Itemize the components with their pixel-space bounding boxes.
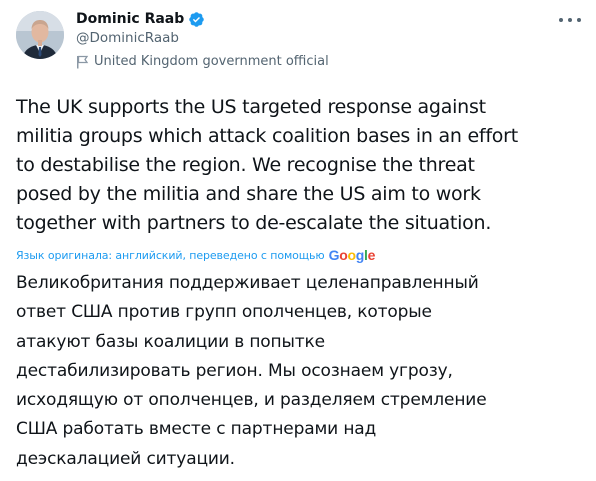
- verified-badge-icon: [188, 11, 205, 28]
- google-logo-letter: G: [328, 247, 340, 263]
- google-logo-letter: o: [347, 247, 356, 263]
- translation-label[interactable]: Язык оригинала: английский, переведено с…: [16, 249, 325, 262]
- more-icon[interactable]: [559, 12, 581, 28]
- google-logo-letter: e: [367, 247, 376, 263]
- flag-icon: [76, 54, 89, 69]
- translation-attribution: Язык оригинала: английский, переведено с…: [16, 247, 375, 263]
- google-logo: Google: [328, 247, 376, 263]
- government-label[interactable]: United Kingdom government official: [76, 52, 329, 70]
- google-logo-letter: g: [355, 247, 365, 263]
- translated-tweet-text: Великобритания поддерживает целенаправле…: [16, 273, 487, 469]
- author-name[interactable]: Dominic Raab: [76, 11, 184, 27]
- avatar-photo: [16, 11, 64, 59]
- author-handle[interactable]: @DominicRaab: [76, 30, 179, 46]
- author-row: Dominic Raab: [76, 9, 205, 29]
- government-label-text: United Kingdom government official: [94, 53, 329, 69]
- tweet-text: The UK supports the US targeted response…: [16, 96, 518, 234]
- avatar[interactable]: [16, 11, 64, 59]
